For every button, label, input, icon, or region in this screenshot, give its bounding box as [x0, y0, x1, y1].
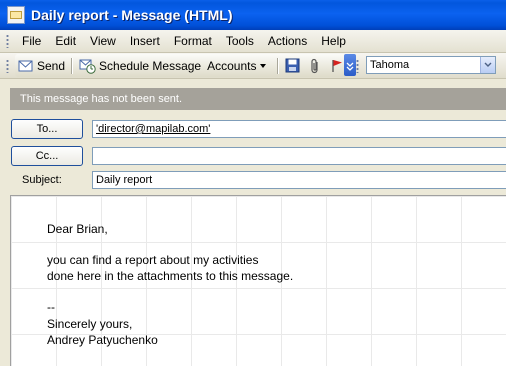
schedule-message-label: Schedule Message	[99, 58, 202, 73]
font-dropdown-arrow[interactable]	[480, 57, 495, 73]
body-line: Dear Brian,	[47, 222, 108, 236]
title-bar[interactable]: Daily report - Message (HTML)	[0, 0, 506, 30]
subject-value: Daily report	[96, 174, 153, 186]
to-recipient[interactable]: 'director@mapilab.com'	[96, 123, 210, 135]
save-icon	[285, 58, 300, 73]
accounts-button[interactable]: Accounts	[204, 56, 274, 76]
menu-bar: File Edit View Insert Format Tools Actio…	[0, 30, 506, 53]
body-line: Andrey Patyuchenko	[47, 333, 158, 347]
attach-file-button[interactable]	[306, 56, 327, 76]
paperclip-icon	[311, 58, 319, 73]
toolbar-group: Send Schedule Message Accounts	[15, 54, 355, 77]
standard-toolbar: Send Schedule Message Accounts Tahoma	[0, 53, 506, 79]
info-bar: This message has not been sent.	[10, 88, 506, 110]
cc-button[interactable]: Cc...	[11, 146, 83, 166]
format-toolbar-grip-icon[interactable]	[356, 58, 359, 73]
info-bar-text: This message has not been sent.	[20, 93, 183, 105]
send-button[interactable]: Send	[15, 56, 68, 76]
menu-actions[interactable]: Actions	[261, 34, 314, 48]
send-icon	[18, 60, 33, 71]
menu-edit[interactable]: Edit	[48, 34, 83, 48]
subject-field[interactable]: Daily report	[92, 171, 506, 189]
menu-format[interactable]: Format	[167, 34, 219, 48]
menu-file[interactable]: File	[15, 34, 48, 48]
toolbar-options-chevron[interactable]	[344, 54, 356, 76]
font-name-value: Tahoma	[370, 59, 410, 71]
to-field[interactable]: 'director@mapilab.com'	[92, 120, 506, 138]
subject-label: Subject:	[22, 174, 62, 186]
font-name-select[interactable]: Tahoma	[366, 56, 496, 74]
to-button[interactable]: To...	[11, 119, 83, 139]
body-line: --	[47, 300, 55, 314]
dropdown-arrow-icon	[260, 63, 267, 68]
send-label: Send	[37, 58, 66, 73]
menu-tools[interactable]: Tools	[219, 34, 261, 48]
menu-view[interactable]: View	[83, 34, 123, 48]
toolbar-grip-icon[interactable]	[6, 58, 9, 73]
toolbar-separator	[71, 57, 74, 74]
menu-help[interactable]: Help	[314, 34, 353, 48]
menu-insert[interactable]: Insert	[123, 34, 167, 48]
to-button-label: To...	[36, 123, 58, 135]
flag-icon	[332, 60, 343, 72]
chevron-down-icon	[484, 62, 492, 67]
toolbar-separator	[277, 57, 280, 74]
body-line: done here in the attachments to this mes…	[47, 269, 294, 283]
body-line: Sincerely yours,	[47, 317, 133, 331]
message-body[interactable]: Dear Brian, you can find a report about …	[10, 195, 506, 366]
cc-field[interactable]	[92, 147, 506, 165]
menu-grip-icon[interactable]	[6, 34, 9, 48]
schedule-icon	[79, 59, 96, 74]
chevron-down-icon	[346, 62, 354, 71]
save-button[interactable]	[282, 56, 306, 76]
message-icon	[7, 6, 25, 24]
body-line: you can find a report about my activitie…	[47, 253, 259, 267]
cc-button-label: Cc...	[35, 150, 59, 162]
schedule-message-button[interactable]: Schedule Message	[76, 56, 204, 76]
accounts-label: Accounts	[207, 58, 257, 73]
window-title: Daily report - Message (HTML)	[31, 7, 233, 23]
